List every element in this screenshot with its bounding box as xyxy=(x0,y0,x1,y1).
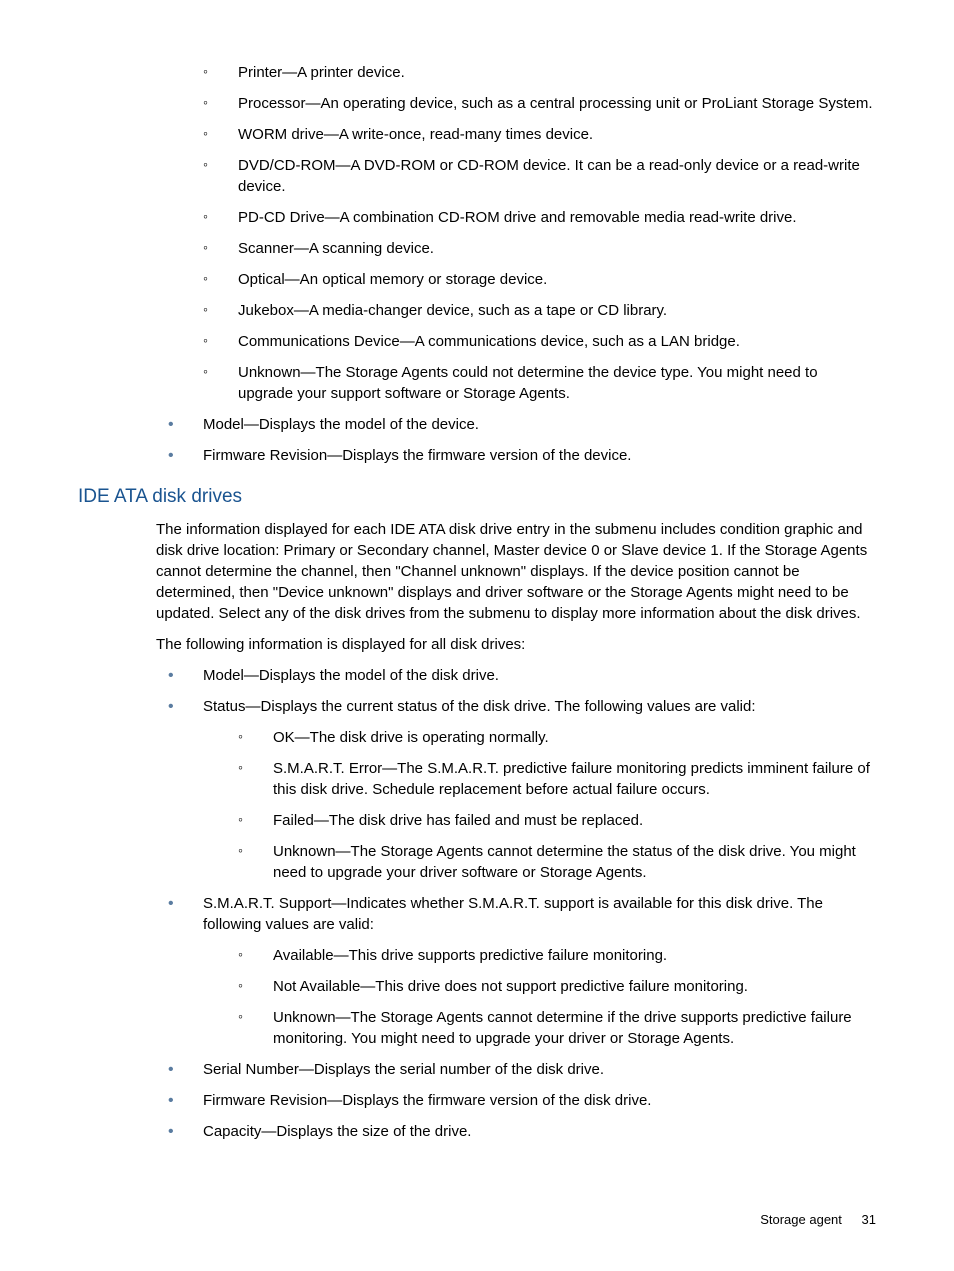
list-item: DVD/CD-ROM—A DVD-ROM or CD-ROM device. I… xyxy=(203,155,876,197)
list-item: S.M.A.R.T. Error—The S.M.A.R.T. predicti… xyxy=(238,758,876,800)
list-item: Unknown—The Storage Agents cannot determ… xyxy=(238,841,876,883)
list-item: Communications Device—A communications d… xyxy=(203,331,876,352)
list-item: Serial Number—Displays the serial number… xyxy=(168,1059,876,1080)
list-item: Jukebox—A media-changer device, such as … xyxy=(203,300,876,321)
list-item: Failed—The disk drive has failed and mus… xyxy=(238,810,876,831)
smart-support-sublist: Available—This drive supports predictive… xyxy=(203,945,876,1049)
footer-section-name: Storage agent xyxy=(760,1212,842,1227)
list-item: Unknown—The Storage Agents cannot determ… xyxy=(238,1007,876,1049)
list-item: Printer—A printer device. xyxy=(203,62,876,83)
list-item: Available—This drive supports predictive… xyxy=(238,945,876,966)
list-item-text: S.M.A.R.T. Support—Indicates whether S.M… xyxy=(203,895,823,933)
list-item: Scanner—A scanning device. xyxy=(203,238,876,259)
status-values-sublist: OK—The disk drive is operating normally.… xyxy=(203,727,876,883)
section-heading-ide-ata: IDE ATA disk drives xyxy=(78,484,876,511)
list-item: Status—Displays the current status of th… xyxy=(168,696,876,883)
list-item: PD-CD Drive—A combination CD-ROM drive a… xyxy=(203,207,876,228)
disk-drive-info-list: Model—Displays the model of the disk dri… xyxy=(78,665,876,1142)
list-item: Firmware Revision—Displays the firmware … xyxy=(168,1090,876,1111)
list-item: Optical—An optical memory or storage dev… xyxy=(203,269,876,290)
list-item: S.M.A.R.T. Support—Indicates whether S.M… xyxy=(168,893,876,1049)
list-item: Model—Displays the model of the device. xyxy=(168,414,876,435)
device-type-sublist: Printer—A printer device. Processor—An o… xyxy=(78,62,876,404)
list-item-text: Status—Displays the current status of th… xyxy=(203,698,756,715)
footer-page-number: 31 xyxy=(862,1212,876,1227)
list-item: Not Available—This drive does not suppor… xyxy=(238,976,876,997)
device-fields-list: Model—Displays the model of the device. … xyxy=(78,414,876,466)
list-item: WORM drive—A write-once, read-many times… xyxy=(203,124,876,145)
body-paragraph: The information displayed for each IDE A… xyxy=(78,519,876,624)
list-item: Capacity—Displays the size of the drive. xyxy=(168,1121,876,1142)
list-item: Firmware Revision—Displays the firmware … xyxy=(168,445,876,466)
list-item: Model—Displays the model of the disk dri… xyxy=(168,665,876,686)
list-item: Processor—An operating device, such as a… xyxy=(203,93,876,114)
body-paragraph: The following information is displayed f… xyxy=(78,634,876,655)
list-item: Unknown—The Storage Agents could not det… xyxy=(203,362,876,404)
list-item: OK—The disk drive is operating normally. xyxy=(238,727,876,748)
page-footer: Storage agent 31 xyxy=(760,1211,876,1229)
